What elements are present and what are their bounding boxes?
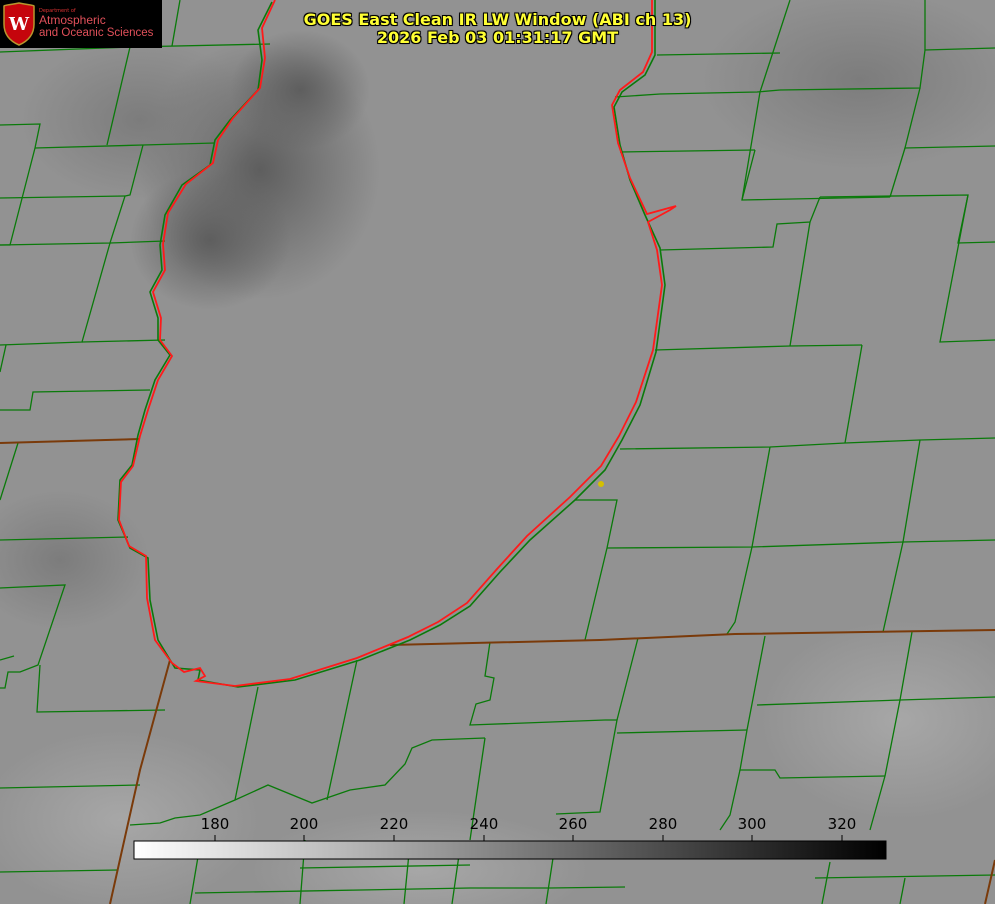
dot-marker-icon (598, 481, 604, 487)
logo-line-1: Atmospheric (39, 13, 106, 28)
cloud-region (20, 40, 260, 200)
crest-letter: W (8, 14, 30, 35)
satellite-map-view: 180 200 220 240 260 280 300 320 GOES Eas… (0, 0, 995, 904)
colorbar-tick-label: 280 (648, 815, 678, 833)
colorbar-tick-label: 260 (558, 815, 588, 833)
colorbar-tick-label: 180 (200, 815, 230, 833)
colorbar-tick-label: 320 (827, 815, 857, 833)
colorbar-tick-label: 220 (379, 815, 409, 833)
colorbar-tick-label: 200 (289, 815, 319, 833)
shield-crest-icon: W (3, 2, 35, 46)
colorbar-tick-label: 240 (469, 815, 499, 833)
satellite-image (0, 0, 995, 904)
colorbar-gradient (133, 840, 887, 860)
colorbar-tick-label: 300 (737, 815, 767, 833)
department-logo: W Department of Atmospheric and Oceanic … (0, 0, 162, 48)
logo-line-2: and Oceanic Sciences (39, 26, 154, 39)
